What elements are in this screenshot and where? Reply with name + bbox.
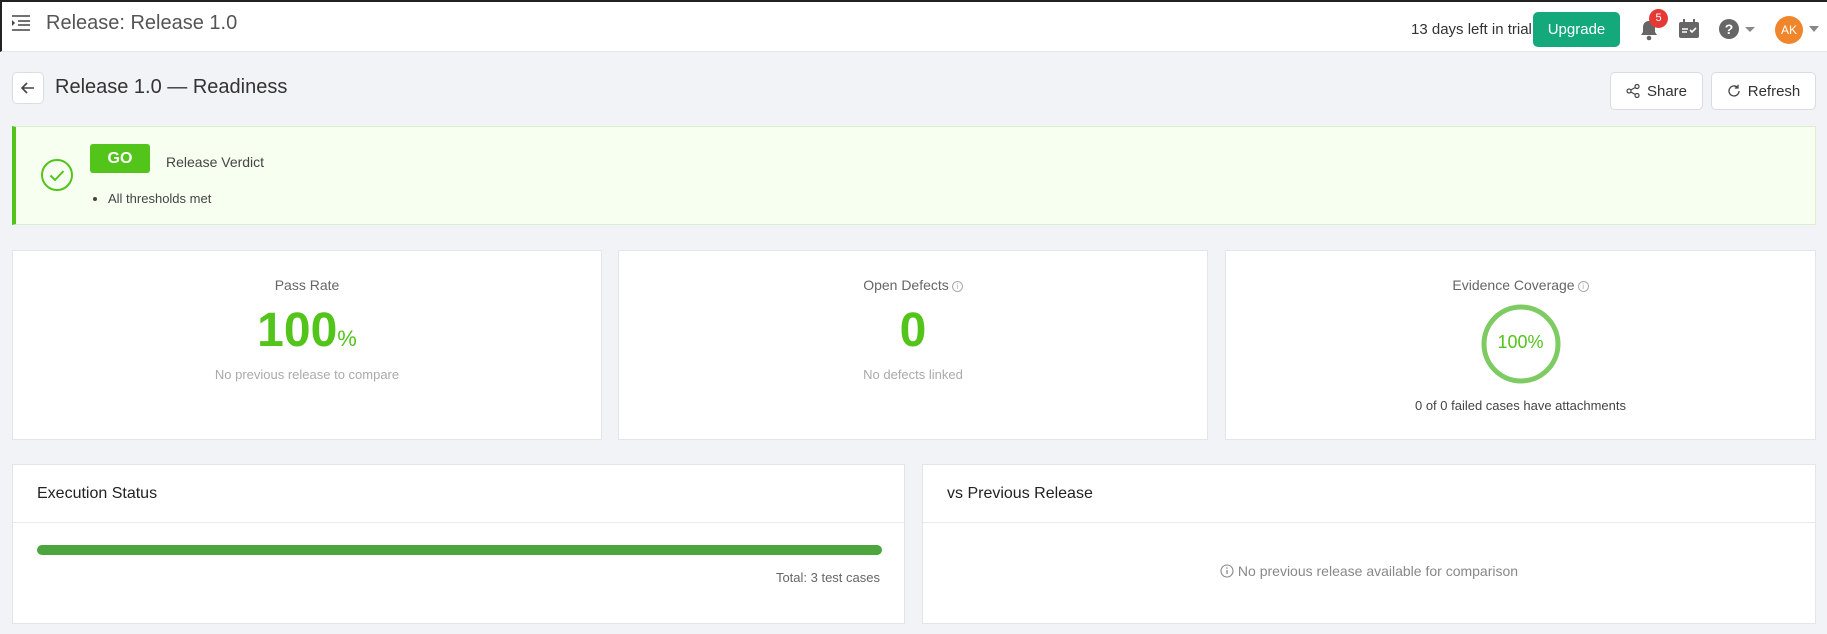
help-icon: ?: [1719, 19, 1739, 39]
verdict-badge: GO: [90, 144, 150, 173]
upgrade-button[interactable]: Upgrade: [1533, 12, 1620, 47]
evidence-coverage-subtitle: 0 of 0 failed cases have attachments: [1414, 398, 1626, 413]
no-comparison-message: No previous release available for compar…: [1237, 563, 1519, 579]
no-comparison-message-wrap: No previous release available for compar…: [923, 563, 1815, 579]
open-defects-title: Open Defects: [863, 277, 949, 293]
avatar: AK: [1775, 16, 1803, 44]
evidence-coverage-card: Evidence Coverage i 100% 0 of 0 failed ca…: [1225, 250, 1816, 440]
svg-text:?: ?: [1725, 21, 1734, 37]
execution-progress-bar: [37, 545, 882, 555]
app-title: Release: Release 1.0: [46, 12, 238, 34]
previous-release-title: vs Previous Release: [923, 465, 1815, 523]
verdict-label: Release Verdict: [166, 154, 265, 170]
user-menu[interactable]: AK: [1775, 16, 1825, 44]
open-defects-value: 0: [899, 304, 927, 357]
refresh-button[interactable]: Refresh: [1711, 72, 1816, 110]
menu-icon[interactable]: [11, 14, 31, 32]
notification-badge: 5: [1649, 9, 1668, 28]
pass-rate-card: Pass Rate 100% No previous release to co…: [12, 250, 602, 440]
evidence-coverage-title: Evidence Coverage: [1452, 277, 1575, 293]
back-button[interactable]: [12, 72, 44, 104]
refresh-label: Refresh: [1747, 82, 1801, 100]
refresh-icon: [1728, 84, 1740, 97]
share-icon: [1626, 84, 1640, 98]
help-menu[interactable]: ?: [1718, 18, 1758, 40]
chevron-down-icon: [1745, 27, 1755, 32]
open-defects-subtitle: No defects linked: [863, 367, 963, 382]
execution-status-panel: Execution Status Total: 3 test cases: [12, 464, 905, 624]
chevron-down-icon: [1809, 26, 1819, 32]
arrow-left-icon: [20, 82, 34, 94]
pass-rate-value-wrap: 100%: [13, 303, 601, 358]
share-label: Share: [1646, 82, 1688, 100]
page-title: Release 1.0 — Readiness: [55, 76, 288, 98]
total-test-cases: Total: 3 test cases: [775, 570, 880, 585]
open-defects-card: Open Defects i 0 No defects linked: [618, 250, 1208, 440]
release-verdict-banner: GO Release Verdict All thresholds met: [12, 126, 1816, 225]
verdict-reasons: All thresholds met: [108, 191, 211, 206]
pass-rate-title: Pass Rate: [274, 277, 340, 293]
execution-status-title: Execution Status: [13, 465, 904, 523]
check-circle-icon: [41, 159, 73, 191]
pass-rate-value: 100: [257, 304, 338, 357]
open-defects-title-wrap: Open Defects i: [619, 277, 1207, 293]
execution-progress-fill: [37, 545, 882, 555]
info-icon[interactable]: i: [951, 281, 963, 292]
evidence-coverage-value: 100%: [1497, 332, 1544, 352]
pass-rate-unit: %: [337, 326, 357, 351]
info-icon: [1220, 564, 1234, 578]
calendar-check-icon[interactable]: [1678, 19, 1700, 39]
pass-rate-subtitle: No previous release to compare: [214, 367, 400, 382]
evidence-coverage-title-wrap: Evidence Coverage i: [1226, 277, 1815, 293]
previous-release-panel: vs Previous Release No previous release …: [922, 464, 1816, 624]
top-bar: Release: Release 1.0 13 days left in tri…: [0, 0, 1827, 52]
share-button[interactable]: Share: [1610, 72, 1703, 110]
trial-notice: 13 days left in trial: [1411, 21, 1532, 38]
verdict-reason: All thresholds met: [108, 191, 211, 206]
info-icon[interactable]: i: [1577, 281, 1589, 292]
